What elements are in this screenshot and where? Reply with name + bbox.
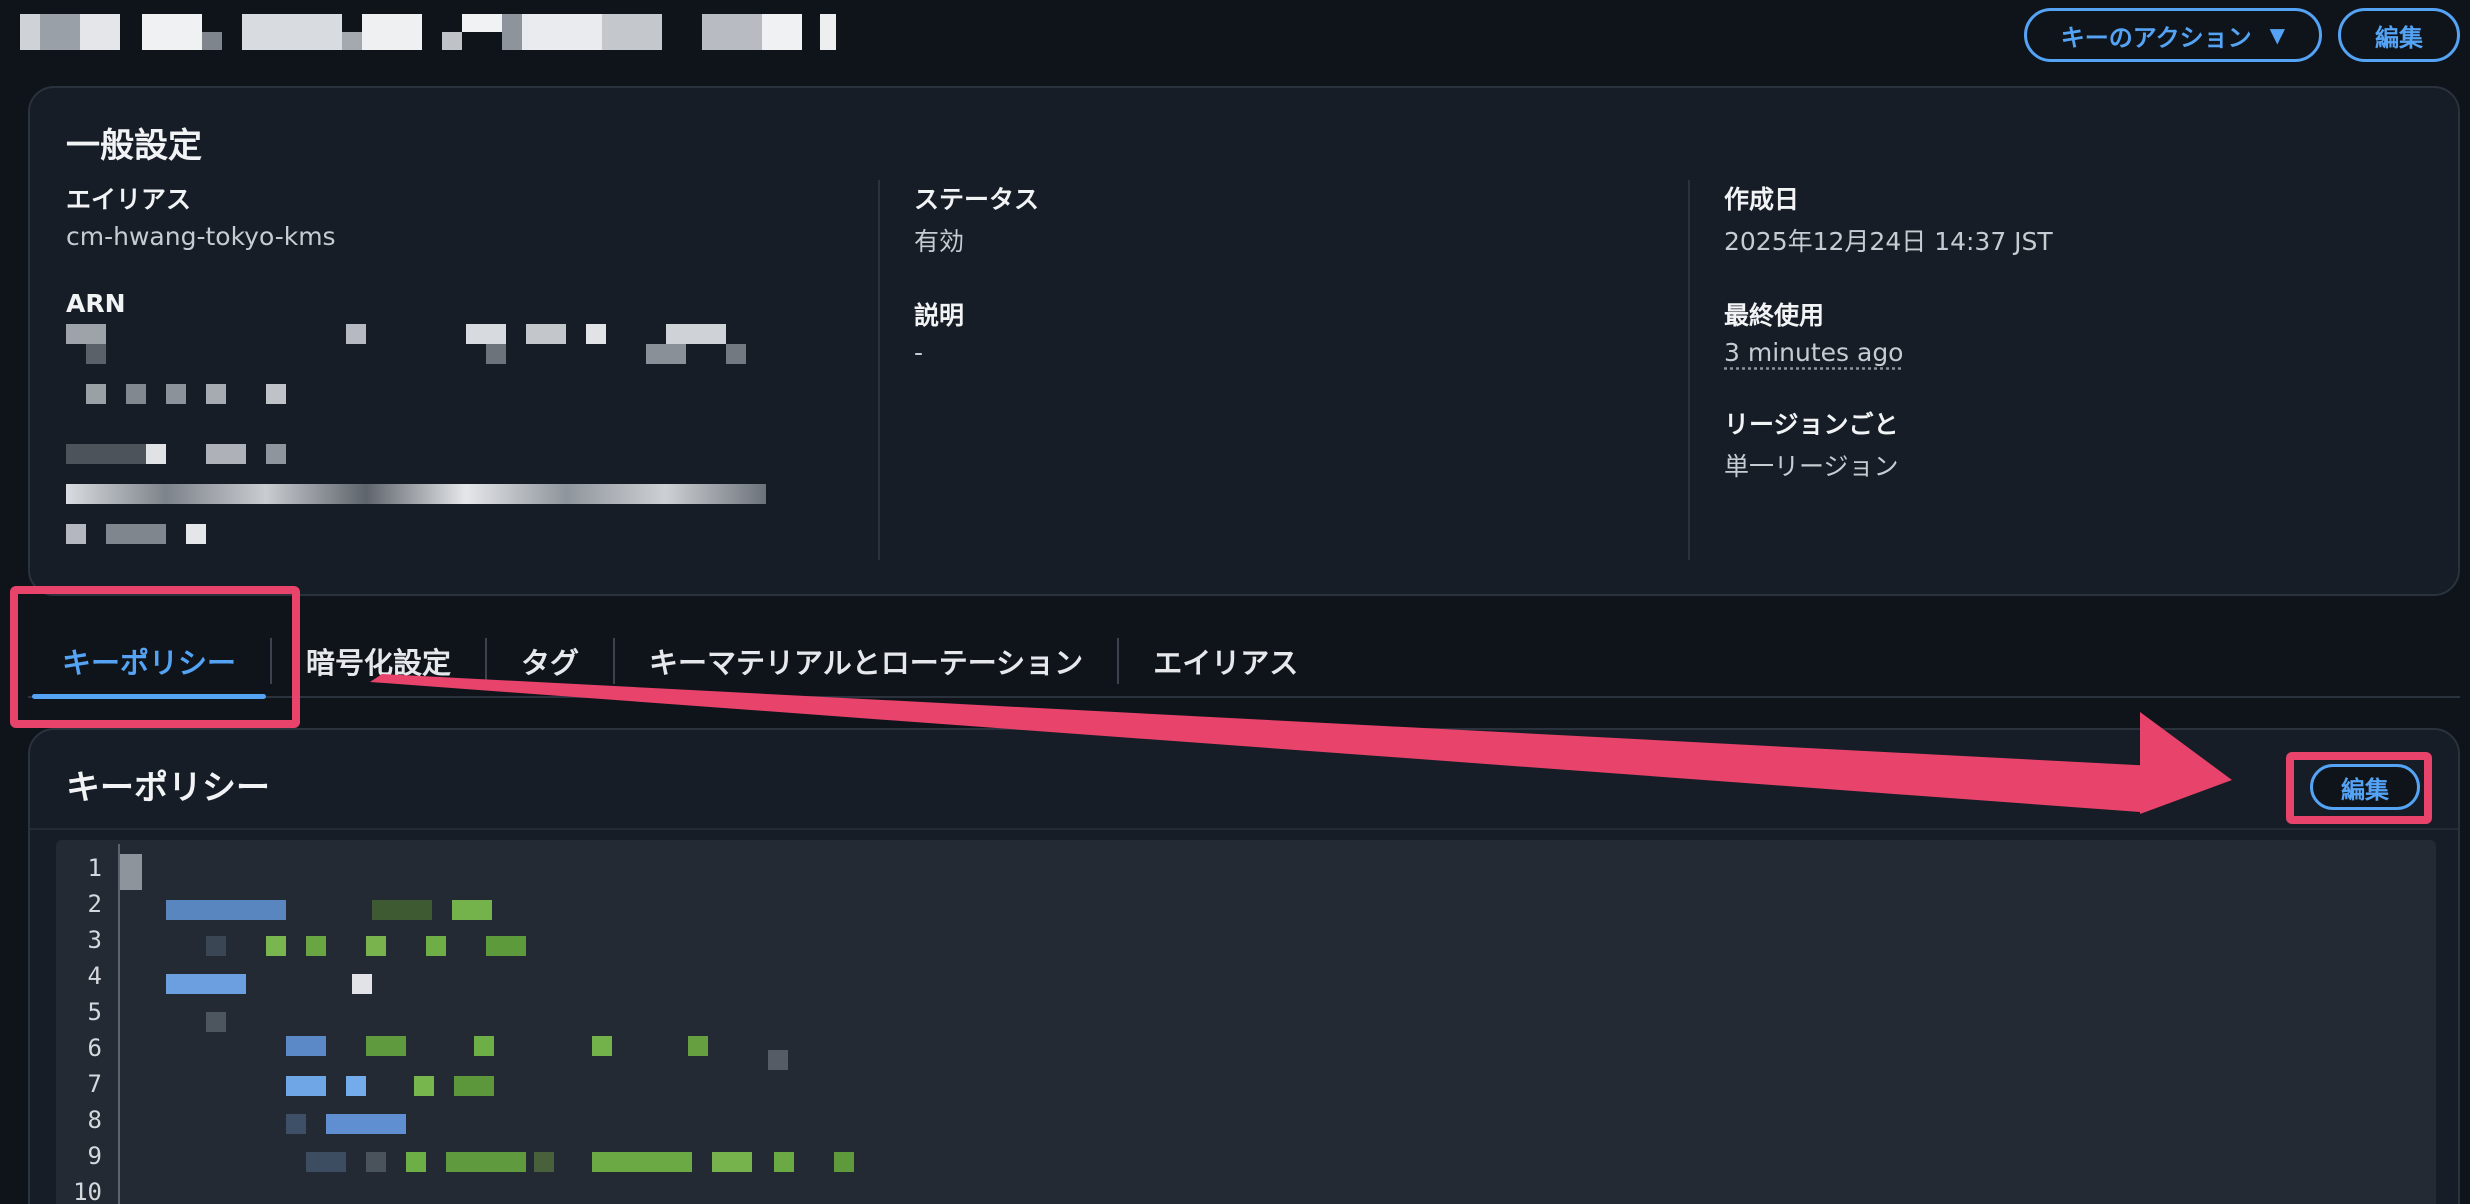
annotation-arrow-icon — [370, 674, 2232, 814]
